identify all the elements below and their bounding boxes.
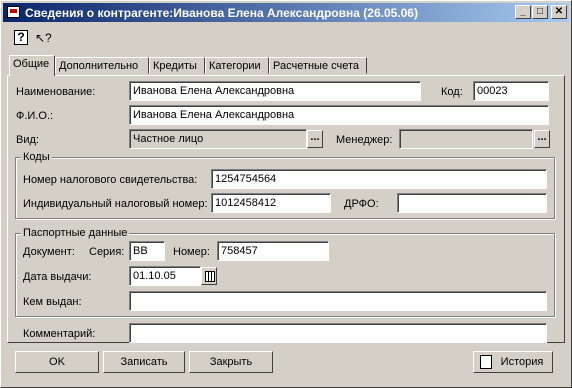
drfo-label: ДРФО: — [344, 198, 379, 210]
passport-group-title: Паспортные данные — [21, 227, 130, 239]
tab-bank-accounts[interactable]: Расчетные счета — [269, 57, 367, 74]
manager-label: Менеджер: — [336, 134, 393, 146]
issue-date-label: Дата выдачи: — [23, 271, 92, 283]
inn-field[interactable]: 1012458412 — [211, 193, 331, 213]
tax-cert-field[interactable]: 1254754564 — [211, 169, 547, 189]
fio-field[interactable]: Иванова Елена Александровна — [129, 105, 549, 125]
tax-cert-label: Номер налогового свидетельства: — [23, 174, 198, 186]
help-icon[interactable]: ? — [14, 30, 28, 45]
name-label: Наименование: — [16, 86, 96, 98]
issued-by-label: Кем выдан: — [23, 296, 82, 308]
issued-by-field[interactable] — [129, 291, 547, 311]
code-field[interactable]: 00023 — [473, 81, 549, 101]
inn-label: Индивидуальный налоговый номер: — [23, 198, 208, 210]
calendar-icon[interactable] — [201, 267, 217, 285]
manager-field[interactable] — [399, 129, 533, 149]
number-field[interactable]: 758457 — [217, 241, 329, 261]
comment-field[interactable] — [129, 323, 547, 343]
history-button-label: История — [500, 356, 544, 368]
comment-label: Комментарий: — [23, 328, 96, 340]
drfo-field[interactable] — [397, 193, 547, 213]
maximize-button[interactable]: □ — [532, 5, 548, 19]
name-field[interactable]: Иванова Елена Александровна — [129, 81, 421, 101]
tab-additional[interactable]: Дополнительно — [55, 57, 149, 74]
whats-this-icon[interactable]: ↖? — [35, 30, 52, 46]
ok-button[interactable]: OK — [15, 351, 99, 373]
history-button[interactable]: История — [473, 351, 553, 373]
kind-label: Вид: — [16, 134, 39, 146]
series-label: Серия: — [89, 246, 125, 258]
issue-date-field[interactable]: 01.10.05 — [129, 266, 201, 286]
tab-categories[interactable]: Категории — [205, 57, 269, 74]
minimize-button[interactable]: _ — [515, 5, 531, 19]
document-label: Документ: — [23, 246, 75, 258]
title-bar[interactable]: Сведения о контрагенте:Иванова Елена Але… — [3, 3, 569, 22]
window-title: Сведения о контрагенте:Иванова Елена Але… — [25, 6, 418, 20]
dialog-window: Сведения о контрагенте:Иванова Елена Але… — [0, 0, 572, 388]
tab-general[interactable]: Общие — [9, 55, 55, 76]
kind-field[interactable]: Частное лицо — [129, 129, 307, 149]
manager-select-button[interactable]: ... — [534, 130, 550, 148]
save-button[interactable]: Записать — [103, 351, 185, 373]
app-icon — [7, 6, 20, 18]
series-field[interactable]: ВВ — [129, 241, 165, 261]
close-window-button[interactable]: ✕ — [551, 5, 567, 19]
codes-group-title: Коды — [21, 151, 52, 163]
close-button[interactable]: Закрыть — [189, 351, 273, 373]
tab-credits[interactable]: Кредиты — [149, 57, 205, 74]
number-label: Номер: — [173, 246, 210, 258]
kind-select-button[interactable]: ... — [307, 130, 323, 148]
fio-label: Ф.И.О.: — [16, 110, 54, 122]
history-icon — [480, 355, 492, 369]
code-label: Код: — [441, 86, 463, 98]
